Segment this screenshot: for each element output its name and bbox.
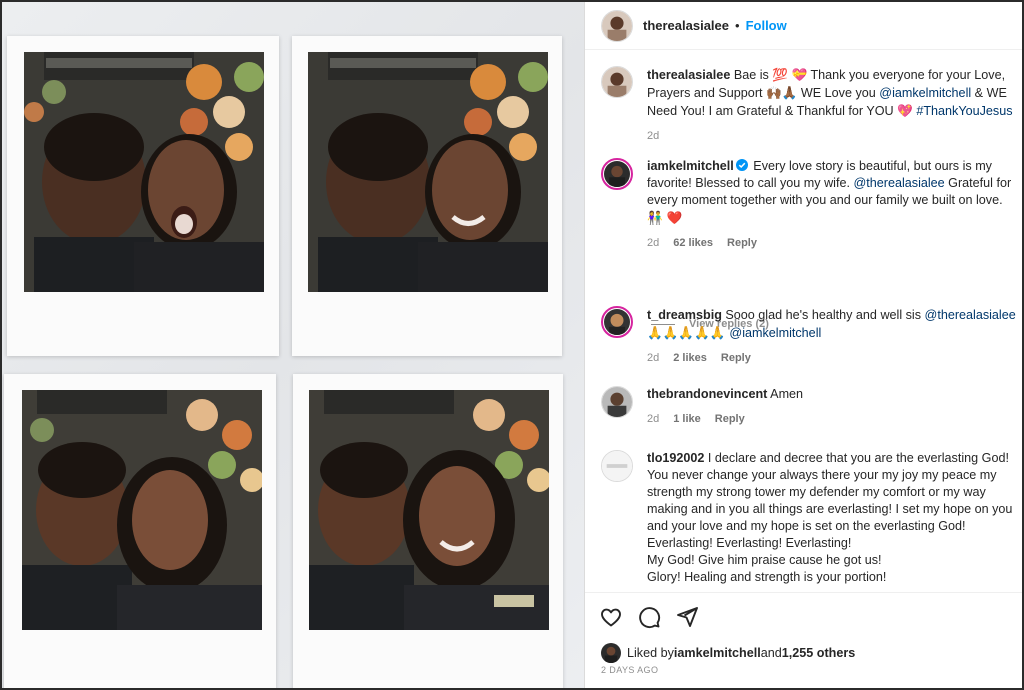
comment-time: 2d (647, 237, 660, 249)
comment-avatar[interactable] (601, 450, 633, 482)
comment-body: thebrandonevincent Amen 2d 1 like Reply (647, 386, 1019, 428)
photo-2-image (308, 52, 548, 292)
photo-1-image (24, 52, 264, 292)
comment-t-dreamsbig: t_dreamsbig Sooo glad he's healthy and w… (601, 306, 1021, 367)
caption-time: 2d (647, 130, 660, 142)
photo-4-image (309, 390, 549, 630)
comment-thebrandonevincent: thebrandonevincent Amen 2d 1 like Reply (601, 386, 1021, 428)
caption-avatar[interactable] (601, 66, 633, 98)
heart-icon[interactable] (599, 605, 623, 629)
comment-meta: 2d 62 likes Reply (647, 235, 1019, 252)
emoji-heart-ribbon: 💝 (791, 67, 808, 82)
polaroid-photo-3 (4, 374, 276, 688)
emoji-100: 💯 (772, 67, 789, 82)
post-timestamp: 2 DAYS AGO (601, 665, 659, 675)
comment-username[interactable]: iamkelmitchell (647, 159, 734, 173)
author-avatar[interactable] (601, 9, 633, 42)
polaroid-photo-1 (7, 36, 279, 356)
comment-time: 2d (647, 413, 660, 425)
comment-avatar[interactable] (601, 306, 633, 338)
comment-text: I declare and decree that you are the ev… (647, 451, 1013, 550)
instagram-post-window: therealasialee • Follow therealasialee B… (0, 0, 1024, 690)
comment-time: 2d (647, 352, 660, 364)
comment-meta: 2d 1 like Reply (647, 411, 1019, 428)
comment-body: t_dreamsbig Sooo glad he's healthy and w… (647, 306, 1019, 367)
comments-list[interactable]: therealasialee Bae is 💯 💝 Thank you ever… (585, 50, 1022, 590)
comment-username[interactable]: tlo192002 (647, 451, 704, 465)
liked-user[interactable]: iamkelmitchell (674, 646, 761, 660)
comment-emoji: 🙏🙏🙏🙏🙏 (647, 325, 730, 340)
comments-pane: therealasialee • Follow therealasialee B… (584, 2, 1022, 688)
caption-hashtag[interactable]: #ThankYouJesus (916, 104, 1012, 118)
comment-iamkelmitchell: iamkelmitchell Every love story is beaut… (601, 158, 1021, 252)
reply-button[interactable]: Reply (721, 350, 751, 367)
comment-body: tlo192002 I declare and decree that you … (647, 450, 1019, 586)
caption: therealasialee Bae is 💯 💝 Thank you ever… (601, 66, 1021, 145)
verified-badge-icon (735, 159, 748, 171)
emoji-pray: 🙌🏾🙏🏾 (766, 85, 798, 100)
polaroid-photo-4 (293, 374, 563, 688)
comment-avatar[interactable] (601, 386, 633, 418)
liked-prefix: Liked by (627, 646, 674, 660)
reply-button[interactable]: Reply (727, 235, 757, 252)
comment-text-a: Sooo glad he's healthy and well sis (721, 308, 925, 322)
comment-tlo192002: tlo192002 I declare and decree that you … (601, 450, 1021, 586)
post-header: therealasialee • Follow (585, 2, 1022, 50)
share-icon[interactable] (675, 605, 699, 629)
caption-meta: 2d (647, 128, 1019, 145)
post-footer: Liked by iamkelmitchell and 1,255 others… (585, 592, 1022, 688)
polaroid-photo-2 (292, 36, 562, 356)
action-bar (599, 605, 699, 629)
comment-avatar[interactable] (601, 158, 633, 190)
liker-avatar (601, 643, 621, 663)
liked-count[interactable]: 1,255 others (782, 646, 856, 660)
liked-mid: and (760, 646, 782, 660)
photo-3-image (22, 390, 262, 630)
comment-likes[interactable]: 62 likes (673, 235, 713, 252)
caption-mention[interactable]: @iamkelmitchell (879, 86, 971, 100)
emoji-heart-sparkle: 💖 (897, 103, 913, 118)
comment-emoji: 👫 ❤️ (647, 210, 683, 225)
follow-button[interactable]: Follow (746, 18, 787, 33)
caption-username[interactable]: therealasialee (647, 68, 730, 82)
comment-text: Amen (767, 387, 804, 401)
author-username[interactable]: therealasialee (643, 18, 729, 33)
comment-body: iamkelmitchell Every love story is beaut… (647, 158, 1019, 252)
comment-likes[interactable]: 2 likes (673, 350, 707, 367)
comment-meta: 2d 2 likes Reply (647, 350, 1019, 367)
comment-icon[interactable] (637, 605, 661, 629)
comment-mention[interactable]: @therealasialee (853, 176, 944, 190)
comment-username[interactable]: thebrandonevincent (647, 387, 767, 401)
post-media[interactable] (2, 2, 584, 688)
likes-summary[interactable]: Liked by iamkelmitchell and 1,255 others (601, 643, 855, 663)
comment-text-line2: My God! Give him praise cause he got us! (647, 553, 882, 567)
reply-button[interactable]: Reply (715, 411, 745, 428)
comment-username[interactable]: t_dreamsbig (647, 308, 722, 322)
comment-mention-a[interactable]: @therealasialee (925, 308, 1016, 322)
header-separator: • (735, 18, 740, 33)
comment-likes[interactable]: 1 like (673, 411, 701, 428)
caption-text-c: WE Love you (797, 86, 880, 100)
caption-text-a: Bae is (730, 68, 773, 82)
caption-body: therealasialee Bae is 💯 💝 Thank you ever… (647, 66, 1019, 145)
comment-mention-b[interactable]: @iamkelmitchell (729, 326, 821, 340)
comment-text-line3: Glory! Healing and strength is your port… (647, 570, 887, 584)
